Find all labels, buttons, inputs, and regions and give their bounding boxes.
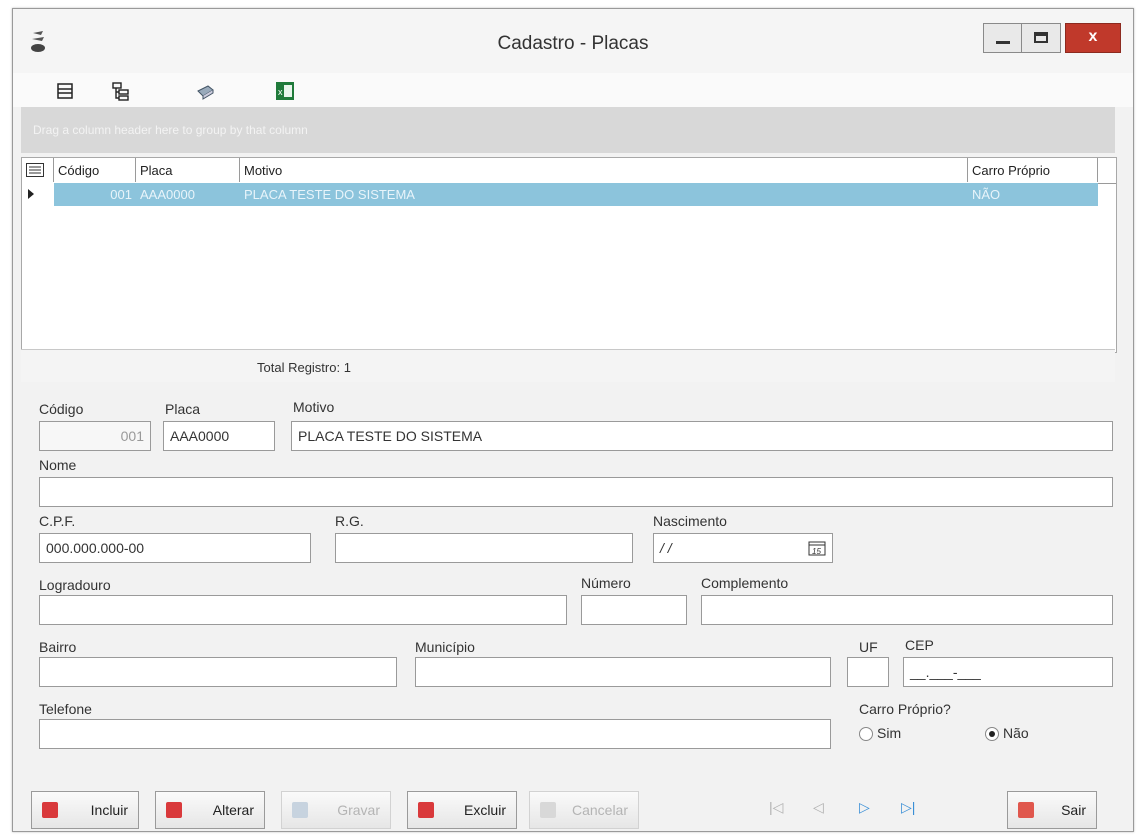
rg-label: R.G. <box>335 513 364 529</box>
cpf-field[interactable]: 000.000.000-00 <box>39 533 311 563</box>
sair-button[interactable]: Sair <box>1007 791 1097 829</box>
gravar-button[interactable]: Gravar <box>281 791 391 829</box>
column-header-motivo[interactable]: Motivo <box>240 158 968 182</box>
carro-proprio-sim-label: Sim <box>877 725 902 741</box>
minimize-button[interactable] <box>983 23 1023 53</box>
cell-placa: AAA0000 <box>140 187 195 202</box>
gravar-label: Gravar <box>337 802 380 818</box>
cep-label: CEP <box>905 637 934 653</box>
delete-icon <box>418 802 434 818</box>
placa-field[interactable]: AAA0000 <box>163 421 275 451</box>
grid-header: Código Placa Motivo Carro Próprio <box>22 158 1116 184</box>
complemento-field[interactable] <box>701 595 1113 625</box>
telefone-field[interactable] <box>39 719 831 749</box>
table-row[interactable]: 001 AAA0000 PLACA TESTE DO SISTEMA NÃO <box>54 183 1098 206</box>
last-record-button[interactable]: ▷| <box>901 799 915 816</box>
column-chooser-button[interactable] <box>22 158 54 182</box>
motivo-label: Motivo <box>293 399 335 415</box>
motivo-field[interactable]: PLACA TESTE DO SISTEMA <box>291 421 1113 451</box>
carro-proprio-sim-radio[interactable] <box>859 727 873 741</box>
uf-label: UF <box>859 639 878 655</box>
list-icon <box>26 163 44 177</box>
incluir-label: Incluir <box>90 802 128 818</box>
column-header-codigo[interactable]: Código <box>54 158 136 182</box>
excel-icon[interactable]: x <box>275 81 295 101</box>
carro-proprio-nao-radio[interactable] <box>985 727 999 741</box>
cell-codigo: 001 <box>110 187 132 202</box>
placa-label: Placa <box>165 401 201 417</box>
svg-text:15: 15 <box>812 547 821 556</box>
tree-icon[interactable] <box>111 81 131 101</box>
excluir-button[interactable]: Excluir <box>407 791 517 829</box>
first-record-button[interactable]: |◁ <box>769 799 783 816</box>
alterar-label: Alterar <box>212 802 254 818</box>
nome-label: Nome <box>39 457 77 473</box>
maximize-button[interactable] <box>1021 23 1061 53</box>
grid-footer: Total Registro: 1 <box>21 349 1115 382</box>
title-bar: Cadastro - Placas x <box>13 9 1133 73</box>
logradouro-label: Logradouro <box>39 577 111 593</box>
alterar-button[interactable]: Alterar <box>155 791 265 829</box>
nascimento-field[interactable]: / / 15 <box>653 533 833 563</box>
toolbar: x <box>13 73 1133 107</box>
exit-icon <box>1018 802 1034 818</box>
grid-icon[interactable] <box>55 81 75 101</box>
close-button[interactable]: x <box>1065 23 1121 53</box>
column-header-placa[interactable]: Placa <box>136 158 240 182</box>
codigo-field[interactable]: 001 <box>39 421 151 451</box>
save-icon <box>292 802 308 818</box>
edit-icon <box>166 802 182 818</box>
next-record-button[interactable]: ▷ <box>859 799 870 816</box>
telefone-label: Telefone <box>39 701 92 717</box>
current-row-icon <box>28 189 34 199</box>
uf-field[interactable] <box>847 657 889 687</box>
municipio-field[interactable] <box>415 657 831 687</box>
rg-field[interactable] <box>335 533 633 563</box>
codigo-label: Código <box>39 401 84 417</box>
incluir-button[interactable]: Incluir <box>31 791 139 829</box>
svg-text:x: x <box>278 87 283 97</box>
previous-record-button[interactable]: ◁ <box>813 799 824 816</box>
cep-field[interactable]: __.___-___ <box>903 657 1113 687</box>
cell-carro-proprio: NÃO <box>972 187 1001 202</box>
municipio-label: Município <box>415 639 475 655</box>
window-title: Cadastro - Placas <box>497 33 649 54</box>
records-grid[interactable]: Código Placa Motivo Carro Próprio 001 AA… <box>21 157 1117 353</box>
calendar-icon[interactable]: 15 <box>808 540 826 556</box>
nome-field[interactable] <box>39 477 1113 507</box>
cancelar-button[interactable]: Cancelar <box>529 791 639 829</box>
cpf-label: C.P.F. <box>39 513 76 529</box>
group-by-panel[interactable]: Drag a column header here to group by th… <box>21 107 1115 153</box>
complemento-label: Complemento <box>701 575 789 591</box>
column-header-carro-proprio[interactable]: Carro Próprio <box>968 158 1098 182</box>
window: Cadastro - Placas x x Drag a column head… <box>12 8 1134 832</box>
logradouro-field[interactable] <box>39 595 567 625</box>
bairro-field[interactable] <box>39 657 397 687</box>
nascimento-value: / / <box>660 540 672 556</box>
carro-proprio-label: Carro Próprio? <box>859 701 951 717</box>
cancel-icon <box>540 802 556 818</box>
sair-label: Sair <box>1061 802 1086 818</box>
total-records: Total Registro: 1 <box>257 360 351 375</box>
add-icon <box>42 802 58 818</box>
excluir-label: Excluir <box>463 802 506 818</box>
row-indicator <box>22 183 55 206</box>
numero-label: Número <box>581 575 631 591</box>
print-icon[interactable] <box>195 81 215 101</box>
bairro-label: Bairro <box>39 639 77 655</box>
cell-motivo: PLACA TESTE DO SISTEMA <box>244 187 415 202</box>
carro-proprio-nao-label: Não <box>1003 725 1029 741</box>
nascimento-label: Nascimento <box>653 513 727 529</box>
numero-field[interactable] <box>581 595 687 625</box>
cancelar-label: Cancelar <box>571 802 628 818</box>
